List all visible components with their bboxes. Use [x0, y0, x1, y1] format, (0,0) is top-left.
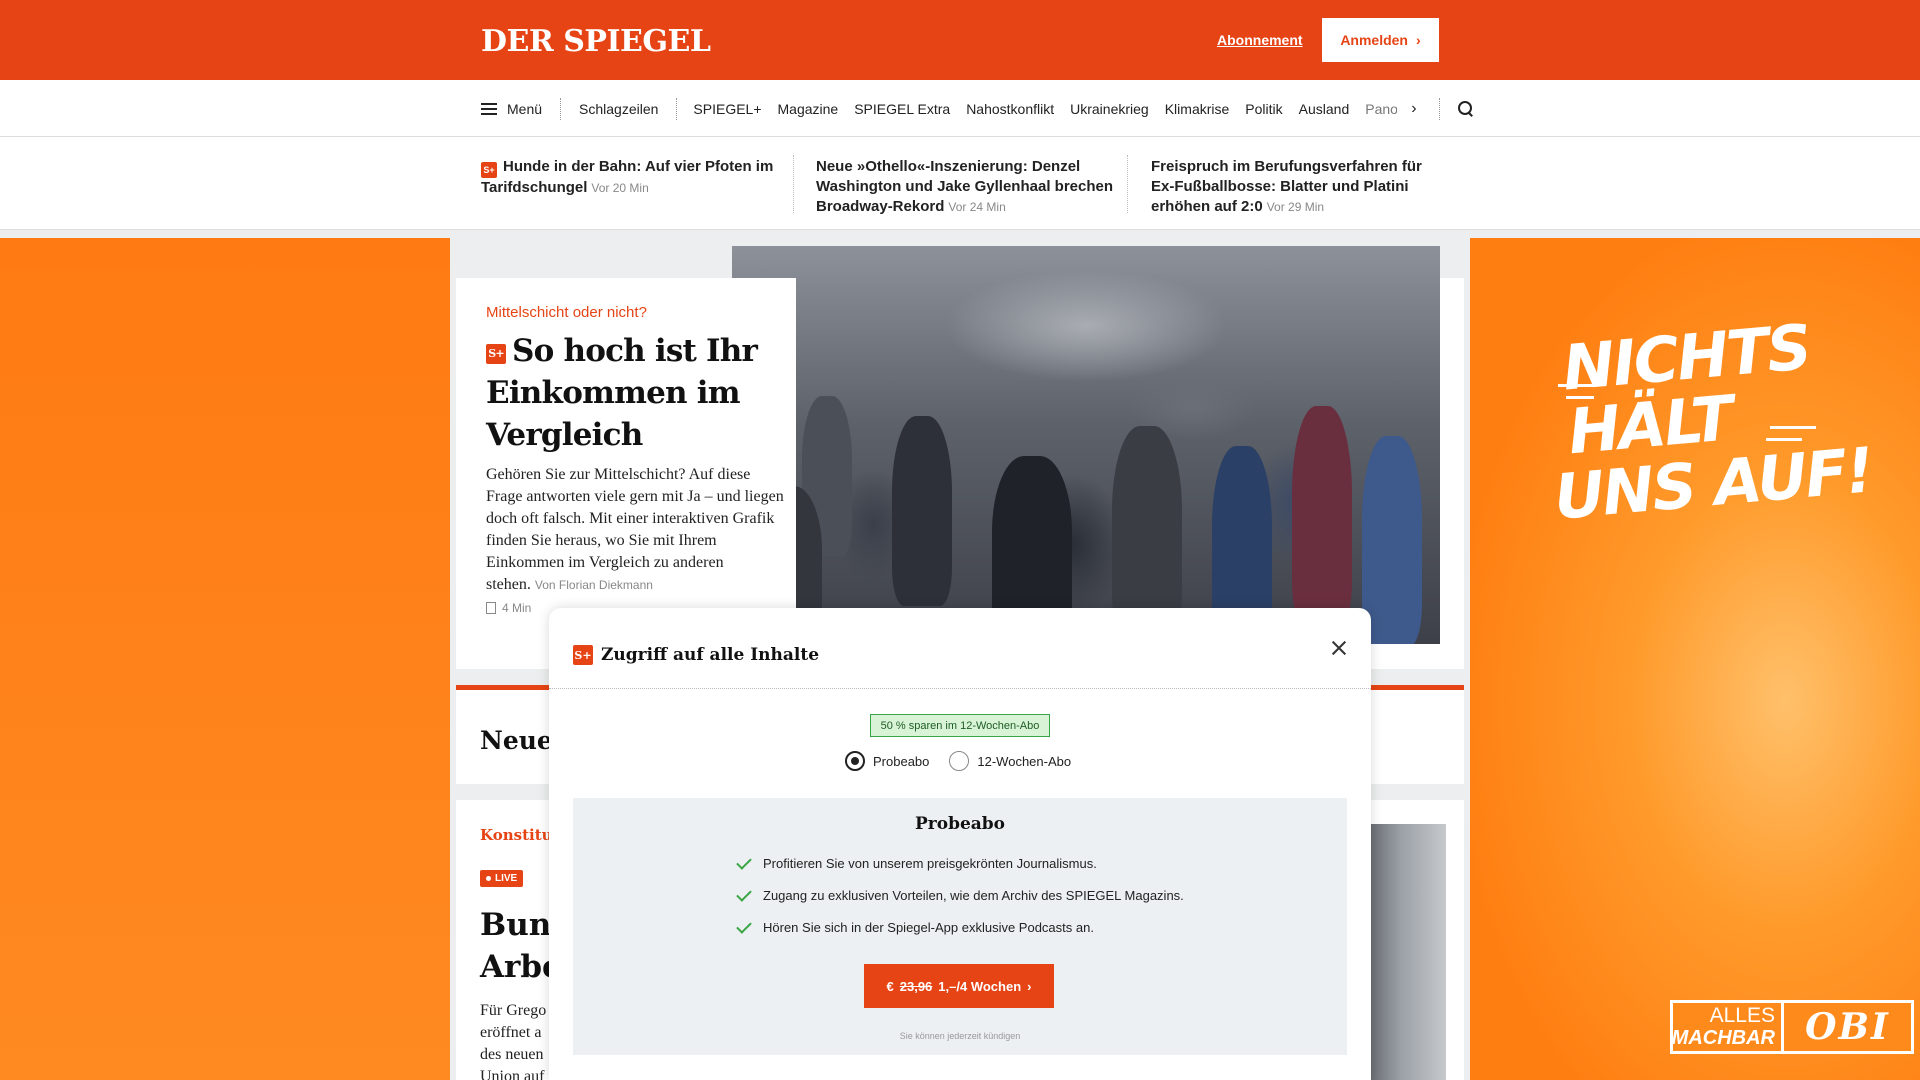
read-time: 4 Min — [486, 601, 531, 615]
news-kicker: Konstitu — [480, 826, 553, 844]
news-teaser: Für Grego eröffnet a des neuen Union auf — [480, 1000, 546, 1080]
subscribe-button[interactable]: € 23,96 1,–/4 Wochen › — [864, 964, 1054, 1008]
benefit-item: Profitieren Sie von unserem preisgekrönt… — [736, 853, 1097, 871]
login-button[interactable]: Anmelden › — [1322, 18, 1439, 62]
spiegel-plus-icon: S+ — [486, 344, 506, 364]
ticker-divider — [1127, 155, 1128, 213]
offer-panel: Probeabo Profitieren Sie von unserem pre… — [573, 798, 1347, 1055]
cancel-note: Sie können jederzeit kündigen — [899, 1031, 1021, 1041]
menu-button[interactable]: Menü — [481, 101, 560, 117]
savings-badge: 50 % sparen im 12-Wochen-Abo — [870, 714, 1050, 737]
radio-label: 12-Wochen-Abo — [977, 753, 1072, 769]
obi-tagline-1: ALLES — [1709, 1004, 1775, 1027]
obi-brand-block: ALLES MACHBAR OBI — [1670, 1000, 1914, 1054]
read-time-label: 4 Min — [502, 601, 532, 615]
obi-tagline: ALLES MACHBAR — [1670, 1000, 1784, 1054]
hero-kicker: Mittelschicht oder nicht? — [486, 304, 647, 321]
hamburger-icon — [481, 102, 497, 115]
news-teaser-line: eröffnet a — [480, 1024, 542, 1041]
radio-selected-icon — [845, 751, 865, 771]
radio-12-wochen-abo[interactable]: 12-Wochen-Abo — [949, 751, 1071, 771]
login-label: Anmelden — [1340, 32, 1408, 48]
hero-teaser-text: Gehören Sie zur Mittelschicht? Auf diese… — [486, 466, 784, 593]
nav-scroll-right-icon[interactable]: › — [1397, 100, 1438, 118]
top-bar: DER SPIEGEL Abonnement Anmelden › — [0, 0, 1920, 80]
news-teaser-line: des neuen — [480, 1046, 544, 1063]
live-dot-icon — [486, 876, 491, 881]
modal-divider — [549, 688, 1371, 689]
speed-line — [1770, 426, 1816, 429]
news-teaser-line: Union auf — [480, 1068, 545, 1080]
main-navigation: Menü Schlagzeilen SPIEGEL+ Magazine SPIE… — [0, 80, 1920, 137]
nav-item-nahostkonflikt[interactable]: Nahostkonflikt — [958, 101, 1062, 117]
radio-probeabo[interactable]: Probeabo — [845, 751, 929, 771]
nav-item-magazine[interactable]: Magazine — [770, 101, 847, 117]
cta-old-price: 23,96 — [899, 978, 933, 994]
ticker-divider — [793, 155, 794, 213]
spiegel-plus-icon: S+ — [481, 162, 497, 178]
ad-skyscraper-right[interactable]: NICHTS HÄLT UNS AUF! ALLES MACHBAR OBI — [1470, 238, 1920, 1080]
nav-item-ausland[interactable]: Ausland — [1291, 101, 1358, 117]
obi-tagline-2: MACHBAR — [1671, 1027, 1775, 1049]
benefit-text: Profitieren Sie von unserem preisgekrönt… — [763, 856, 1097, 871]
speed-line — [1566, 396, 1594, 399]
benefit-text: Hören Sie sich in der Spiegel-App exklus… — [763, 920, 1094, 935]
chevron-right-icon: › — [1027, 978, 1032, 994]
spiegel-logo[interactable]: DER SPIEGEL — [481, 24, 711, 59]
nav-item-spiegel-extra[interactable]: SPIEGEL Extra — [846, 101, 958, 117]
obi-logo: OBI — [1784, 1000, 1914, 1054]
spiegel-plus-icon: S+ — [573, 645, 593, 665]
nav-item-schlagzeilen[interactable]: Schlagzeilen — [561, 101, 676, 117]
close-icon[interactable] — [1327, 636, 1351, 660]
radio-label: Probeabo — [873, 753, 930, 769]
speed-line — [1558, 384, 1594, 387]
news-photo[interactable] — [1370, 824, 1446, 1080]
nav-item-ukrainekrieg[interactable]: Ukrainekrieg — [1062, 101, 1157, 117]
search-icon[interactable] — [1457, 100, 1474, 117]
nav-item-panorama[interactable]: Panora — [1357, 101, 1397, 117]
paywall-modal: S+ Zugriff auf alle Inhalte 50 % sparen … — [549, 608, 1371, 1080]
checkmark-icon — [736, 917, 752, 934]
article-icon — [486, 602, 496, 614]
benefit-text: Zugang zu exklusiven Vorteilen, wie dem … — [763, 888, 1184, 903]
hero-headline[interactable]: S+ So hoch ist Ihr Einkommen im Vergleich — [486, 330, 776, 456]
live-label: LIVE — [495, 873, 518, 884]
ticker-item[interactable]: S+ Hunde in der Bahn: Auf vier Pfoten im … — [481, 157, 781, 198]
cta-currency: € — [886, 978, 894, 994]
news-ticker: S+ Hunde in der Bahn: Auf vier Pfoten im … — [0, 137, 1920, 230]
cta-new-price: 1,–/4 Wochen — [938, 978, 1022, 994]
hero-teaser: Gehören Sie zur Mittelschicht? Auf diese… — [486, 464, 786, 596]
modal-title: S+ Zugriff auf alle Inhalte — [573, 645, 819, 665]
subscription-link[interactable]: Abonnement — [1217, 32, 1303, 48]
ad-slogan: NICHTS HÄLT UNS AUF! — [1540, 306, 1920, 534]
speed-line — [1766, 438, 1802, 441]
checkmark-icon — [736, 885, 752, 902]
offer-title: Probeabo — [914, 814, 1006, 834]
live-badge: LIVE — [480, 870, 524, 887]
nav-item-klimakrise[interactable]: Klimakrise — [1157, 101, 1238, 117]
radio-unselected-icon — [949, 751, 970, 771]
ticker-time: Vor 29 Min — [1266, 200, 1325, 214]
ticker-time: Vor 24 Min — [948, 200, 1006, 214]
plan-selector: Probeabo 12-Wochen-Abo — [845, 751, 1071, 771]
nav-divider — [1438, 97, 1440, 120]
ticker-item[interactable]: Freispruch im Berufungsverfahren für Ex-… — [1151, 157, 1441, 217]
ticker-time: Vor 20 Min — [591, 181, 649, 195]
news-teaser-line: Für Grego — [480, 1002, 547, 1019]
nav-item-politik[interactable]: Politik — [1237, 101, 1290, 117]
hero-author: Von Florian Diekmann — [534, 578, 653, 592]
hero-photo-crowd[interactable] — [732, 246, 1440, 644]
modal-title-text: Zugriff auf alle Inhalte — [601, 645, 820, 665]
benefit-item: Zugang zu exklusiven Vorteilen, wie dem … — [736, 885, 1184, 903]
nav-item-spiegel-plus[interactable]: SPIEGEL+ — [677, 101, 769, 117]
menu-label: Menü — [507, 100, 543, 117]
checkmark-icon — [736, 853, 752, 870]
ad-skyscraper-left[interactable] — [0, 238, 450, 1080]
hero-headline-text: So hoch ist Ihr Einkommen im Vergleich — [486, 333, 758, 453]
benefit-item: Hören Sie sich in der Spiegel-App exklus… — [736, 917, 1094, 935]
ticker-item[interactable]: Neue »Othello«-Inszenierung: Denzel Wash… — [816, 157, 1116, 217]
chevron-right-icon: › — [1416, 32, 1421, 48]
